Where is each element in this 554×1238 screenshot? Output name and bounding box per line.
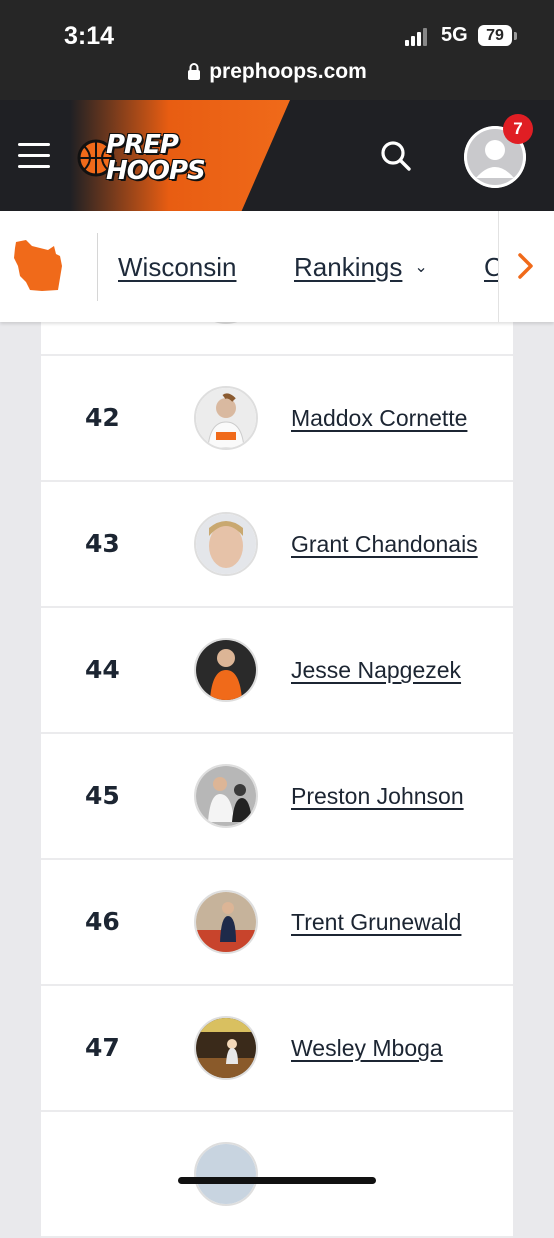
chevron-down-icon: ⌄: [414, 259, 428, 276]
rankings-list: 41 Perry Dorris 42 Maddox Cornette 43 Gr…: [41, 230, 513, 1238]
prep-hoops-logo[interactable]: PREP HOOPS: [76, 126, 216, 188]
url-text: prephoops.com: [209, 60, 367, 83]
ranking-row[interactable]: 43 Grant Chandonais: [41, 482, 513, 608]
subnav-divider: [97, 233, 98, 301]
nav-link-rankings[interactable]: Rankings ⌄: [294, 252, 428, 283]
status-time: 3:14: [64, 22, 115, 50]
logo-line-2: HOOPS: [106, 156, 206, 186]
search-icon[interactable]: [378, 138, 414, 174]
lock-icon: [188, 63, 201, 80]
sub-navigation: [0, 211, 554, 322]
status-bar: 3:14 5G 79 prephoops.com: [0, 0, 554, 100]
ranking-row[interactable]: 42 Maddox Cornette: [41, 356, 513, 482]
rank-number: 43: [85, 529, 120, 558]
ranking-row[interactable]: 45 Preston Johnson: [41, 734, 513, 860]
network-type: 5G: [441, 24, 468, 46]
player-name-link[interactable]: Maddox Cornette: [291, 356, 467, 480]
player-photo[interactable]: [194, 890, 258, 954]
rank-number: 45: [85, 781, 120, 810]
nav-link-rankings-label: Rankings: [294, 252, 403, 282]
rank-number: 47: [85, 1033, 120, 1062]
player-photo[interactable]: [194, 638, 258, 702]
player-photo[interactable]: [194, 512, 258, 576]
subnav-next-button[interactable]: [498, 211, 554, 322]
url-bar[interactable]: prephoops.com: [0, 60, 554, 84]
ranking-row[interactable]: 44 Jesse Napgezek: [41, 608, 513, 734]
player-name-link[interactable]: Wesley Mboga: [291, 986, 443, 1110]
rank-number: 46: [85, 907, 120, 936]
signal-icon: [405, 28, 431, 46]
player-photo[interactable]: [194, 1016, 258, 1080]
wisconsin-state-icon[interactable]: [12, 236, 66, 294]
player-name-link[interactable]: Grant Chandonais: [291, 482, 478, 606]
ranking-row[interactable]: 47 Wesley Mboga: [41, 986, 513, 1112]
home-indicator: [178, 1177, 376, 1184]
player-name-link[interactable]: Jesse Napgezek: [291, 608, 461, 732]
ranking-row[interactable]: 46 Trent Grunewald: [41, 860, 513, 986]
chevron-right-icon: [518, 253, 533, 279]
notification-badge[interactable]: 7: [503, 114, 533, 144]
player-photo[interactable]: [194, 386, 258, 450]
player-name-link[interactable]: Preston Johnson: [291, 734, 464, 858]
rank-number: 44: [85, 655, 120, 684]
player-name-link[interactable]: Trent Grunewald: [291, 860, 461, 984]
rank-number: 42: [85, 403, 120, 432]
battery-icon: 79: [478, 25, 517, 46]
nav-link-wisconsin[interactable]: Wisconsin: [118, 252, 236, 283]
menu-icon[interactable]: [18, 143, 50, 169]
player-photo[interactable]: [194, 764, 258, 828]
player-photo[interactable]: [194, 1142, 258, 1206]
ranking-row[interactable]: [41, 1112, 513, 1238]
